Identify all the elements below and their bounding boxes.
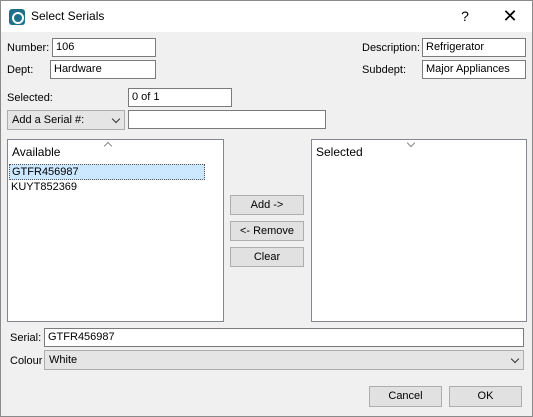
ok-button[interactable]: OK (449, 386, 522, 407)
list-item-label: KUYT852369 (11, 181, 78, 193)
select-serials-dialog: Select Serials ? ✕ Number: 106 Descripti… (0, 0, 533, 417)
add-serial-input[interactable] (128, 110, 326, 129)
available-header-label: Available (12, 145, 61, 159)
selected-header-label: Selected (316, 145, 363, 159)
colour-combo-value: White (49, 354, 78, 366)
chevron-down-icon (510, 354, 520, 364)
number-field[interactable]: 106 (52, 38, 156, 57)
add-serial-combo-label: Add a Serial #: (12, 114, 85, 126)
dept-label: Dept: (7, 64, 34, 76)
number-label: Number: (7, 42, 50, 54)
remove-button[interactable]: <- Remove (230, 221, 304, 241)
dept-field[interactable]: Hardware (50, 60, 156, 79)
colour-label: Colour (10, 355, 43, 367)
selected-count-field: 0 of 1 (128, 88, 232, 107)
list-item-label: GTFR456987 (12, 166, 79, 178)
window-title: Select Serials (31, 9, 105, 23)
selected-header[interactable]: Selected (312, 138, 526, 162)
description-label: Description: (362, 42, 421, 54)
available-listbox[interactable]: Available GTFR456987 KUYT852369 (7, 139, 224, 322)
chevron-down-icon (111, 114, 121, 124)
clear-button[interactable]: Clear (230, 247, 304, 267)
sort-descending-icon (406, 138, 416, 148)
selected-listbox[interactable]: Selected (311, 138, 527, 322)
serial-field[interactable]: GTFR456987 (44, 328, 524, 347)
add-button[interactable]: Add -> (230, 195, 304, 215)
selected-count-label: Selected: (7, 92, 53, 104)
title-bar: Select Serials ? ✕ (1, 1, 532, 32)
subdept-label: Subdept: (362, 64, 407, 76)
sort-ascending-icon (103, 141, 113, 151)
available-header[interactable]: Available (8, 140, 223, 162)
colour-combo[interactable]: White (44, 350, 524, 370)
list-item[interactable]: KUYT852369 (9, 180, 205, 196)
subdept-field[interactable]: Major Appliances (422, 60, 526, 79)
list-item[interactable]: GTFR456987 (9, 164, 205, 180)
add-serial-combo[interactable]: Add a Serial #: (7, 110, 125, 130)
description-field[interactable]: Refrigerator (422, 38, 526, 57)
app-logo-icon (9, 9, 25, 25)
close-button[interactable]: ✕ (496, 5, 524, 27)
cancel-button[interactable]: Cancel (369, 386, 442, 407)
help-button[interactable]: ? (451, 5, 479, 27)
serial-label: Serial: (10, 332, 42, 344)
